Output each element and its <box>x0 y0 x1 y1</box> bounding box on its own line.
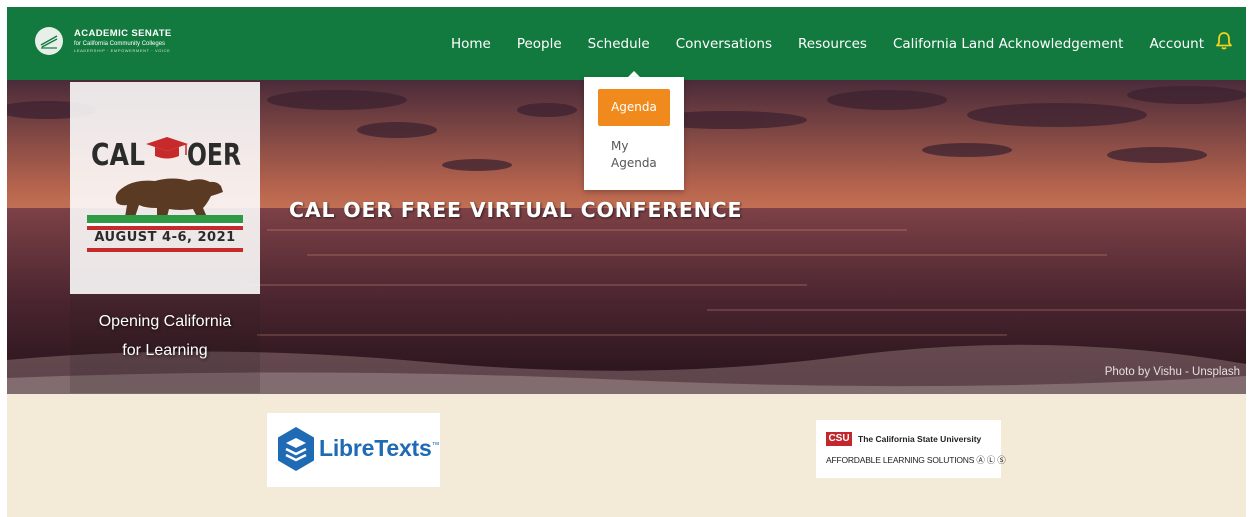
nav-land-acknowledgement[interactable]: California Land Acknowledgement <box>893 36 1124 52</box>
nav-people[interactable]: People <box>517 36 562 52</box>
csu-name: The California State University <box>858 434 982 444</box>
nav-conversations[interactable]: Conversations <box>676 36 772 52</box>
libretexts-logo-link[interactable]: LibreTexts™ <box>267 413 440 487</box>
page-frame: Academic Senate for California Community… <box>7 7 1246 517</box>
cal-oer-wordmark: CAL OER <box>91 137 241 172</box>
tagline-line-1: Opening California <box>98 313 232 330</box>
nav-account[interactable]: Account <box>1149 36 1204 52</box>
logo-wordmark: Academic Senate for California Community… <box>74 29 172 53</box>
photo-credit: Photo by Vishu - Unsplash <box>1104 366 1240 378</box>
org-subtitle: for California Community Colleges <box>74 40 166 47</box>
svg-text:OER: OER <box>187 138 241 172</box>
top-navbar: Academic Senate for California Community… <box>7 7 1246 80</box>
nav-resources[interactable]: Resources <box>798 36 867 52</box>
senate-emblem-icon <box>35 27 63 55</box>
org-motto: LEADERSHIP · EMPOWERMENT · VOICE <box>74 47 171 53</box>
libretexts-name: LibreTexts <box>319 435 432 461</box>
nav-schedule[interactable]: Schedule <box>588 36 650 52</box>
schedule-dropdown: Agenda My Agenda <box>584 77 684 190</box>
libretexts-trademark: ™ <box>431 440 440 450</box>
csu-badge: CSU <box>826 432 852 446</box>
org-name: Academic Senate <box>74 28 172 40</box>
bell-icon[interactable] <box>1214 31 1234 51</box>
flag-stripes <box>87 215 243 230</box>
main-nav: Home People Schedule Conversations Resou… <box>451 7 1246 80</box>
libretexts-hexagon-icon <box>278 427 314 471</box>
sponsor-strip: LibreTexts™ CSU The California State Uni… <box>7 394 1246 517</box>
graduation-cap-icon <box>146 137 188 159</box>
academic-senate-logo[interactable]: Academic Senate for California Community… <box>35 27 172 55</box>
menu-item-my-agenda[interactable]: My Agenda <box>611 138 673 172</box>
tagline: Opening California for Learning <box>70 307 260 365</box>
stripe-green <box>87 215 243 223</box>
libretexts-wordmark: LibreTexts™ <box>319 435 440 462</box>
stripe-red-bottom <box>87 248 243 252</box>
svg-text:CAL: CAL <box>91 138 145 172</box>
csu-als-logo-link[interactable]: CSU The California State University AFFO… <box>816 420 1006 478</box>
csu-program-name: AFFORDABLE LEARNING SOLUTIONS Ⓐ Ⓛ Ⓢ <box>826 455 1006 465</box>
conference-dates: AUGUST 4-6, 2021 <box>94 230 236 245</box>
conference-title: CAL OER FREE VIRTUAL CONFERENCE <box>289 198 743 222</box>
california-bear-icon <box>115 178 223 217</box>
menu-item-agenda[interactable]: Agenda <box>598 89 670 126</box>
tagline-line-2: for Learning <box>122 342 208 359</box>
nav-home[interactable]: Home <box>451 36 491 52</box>
